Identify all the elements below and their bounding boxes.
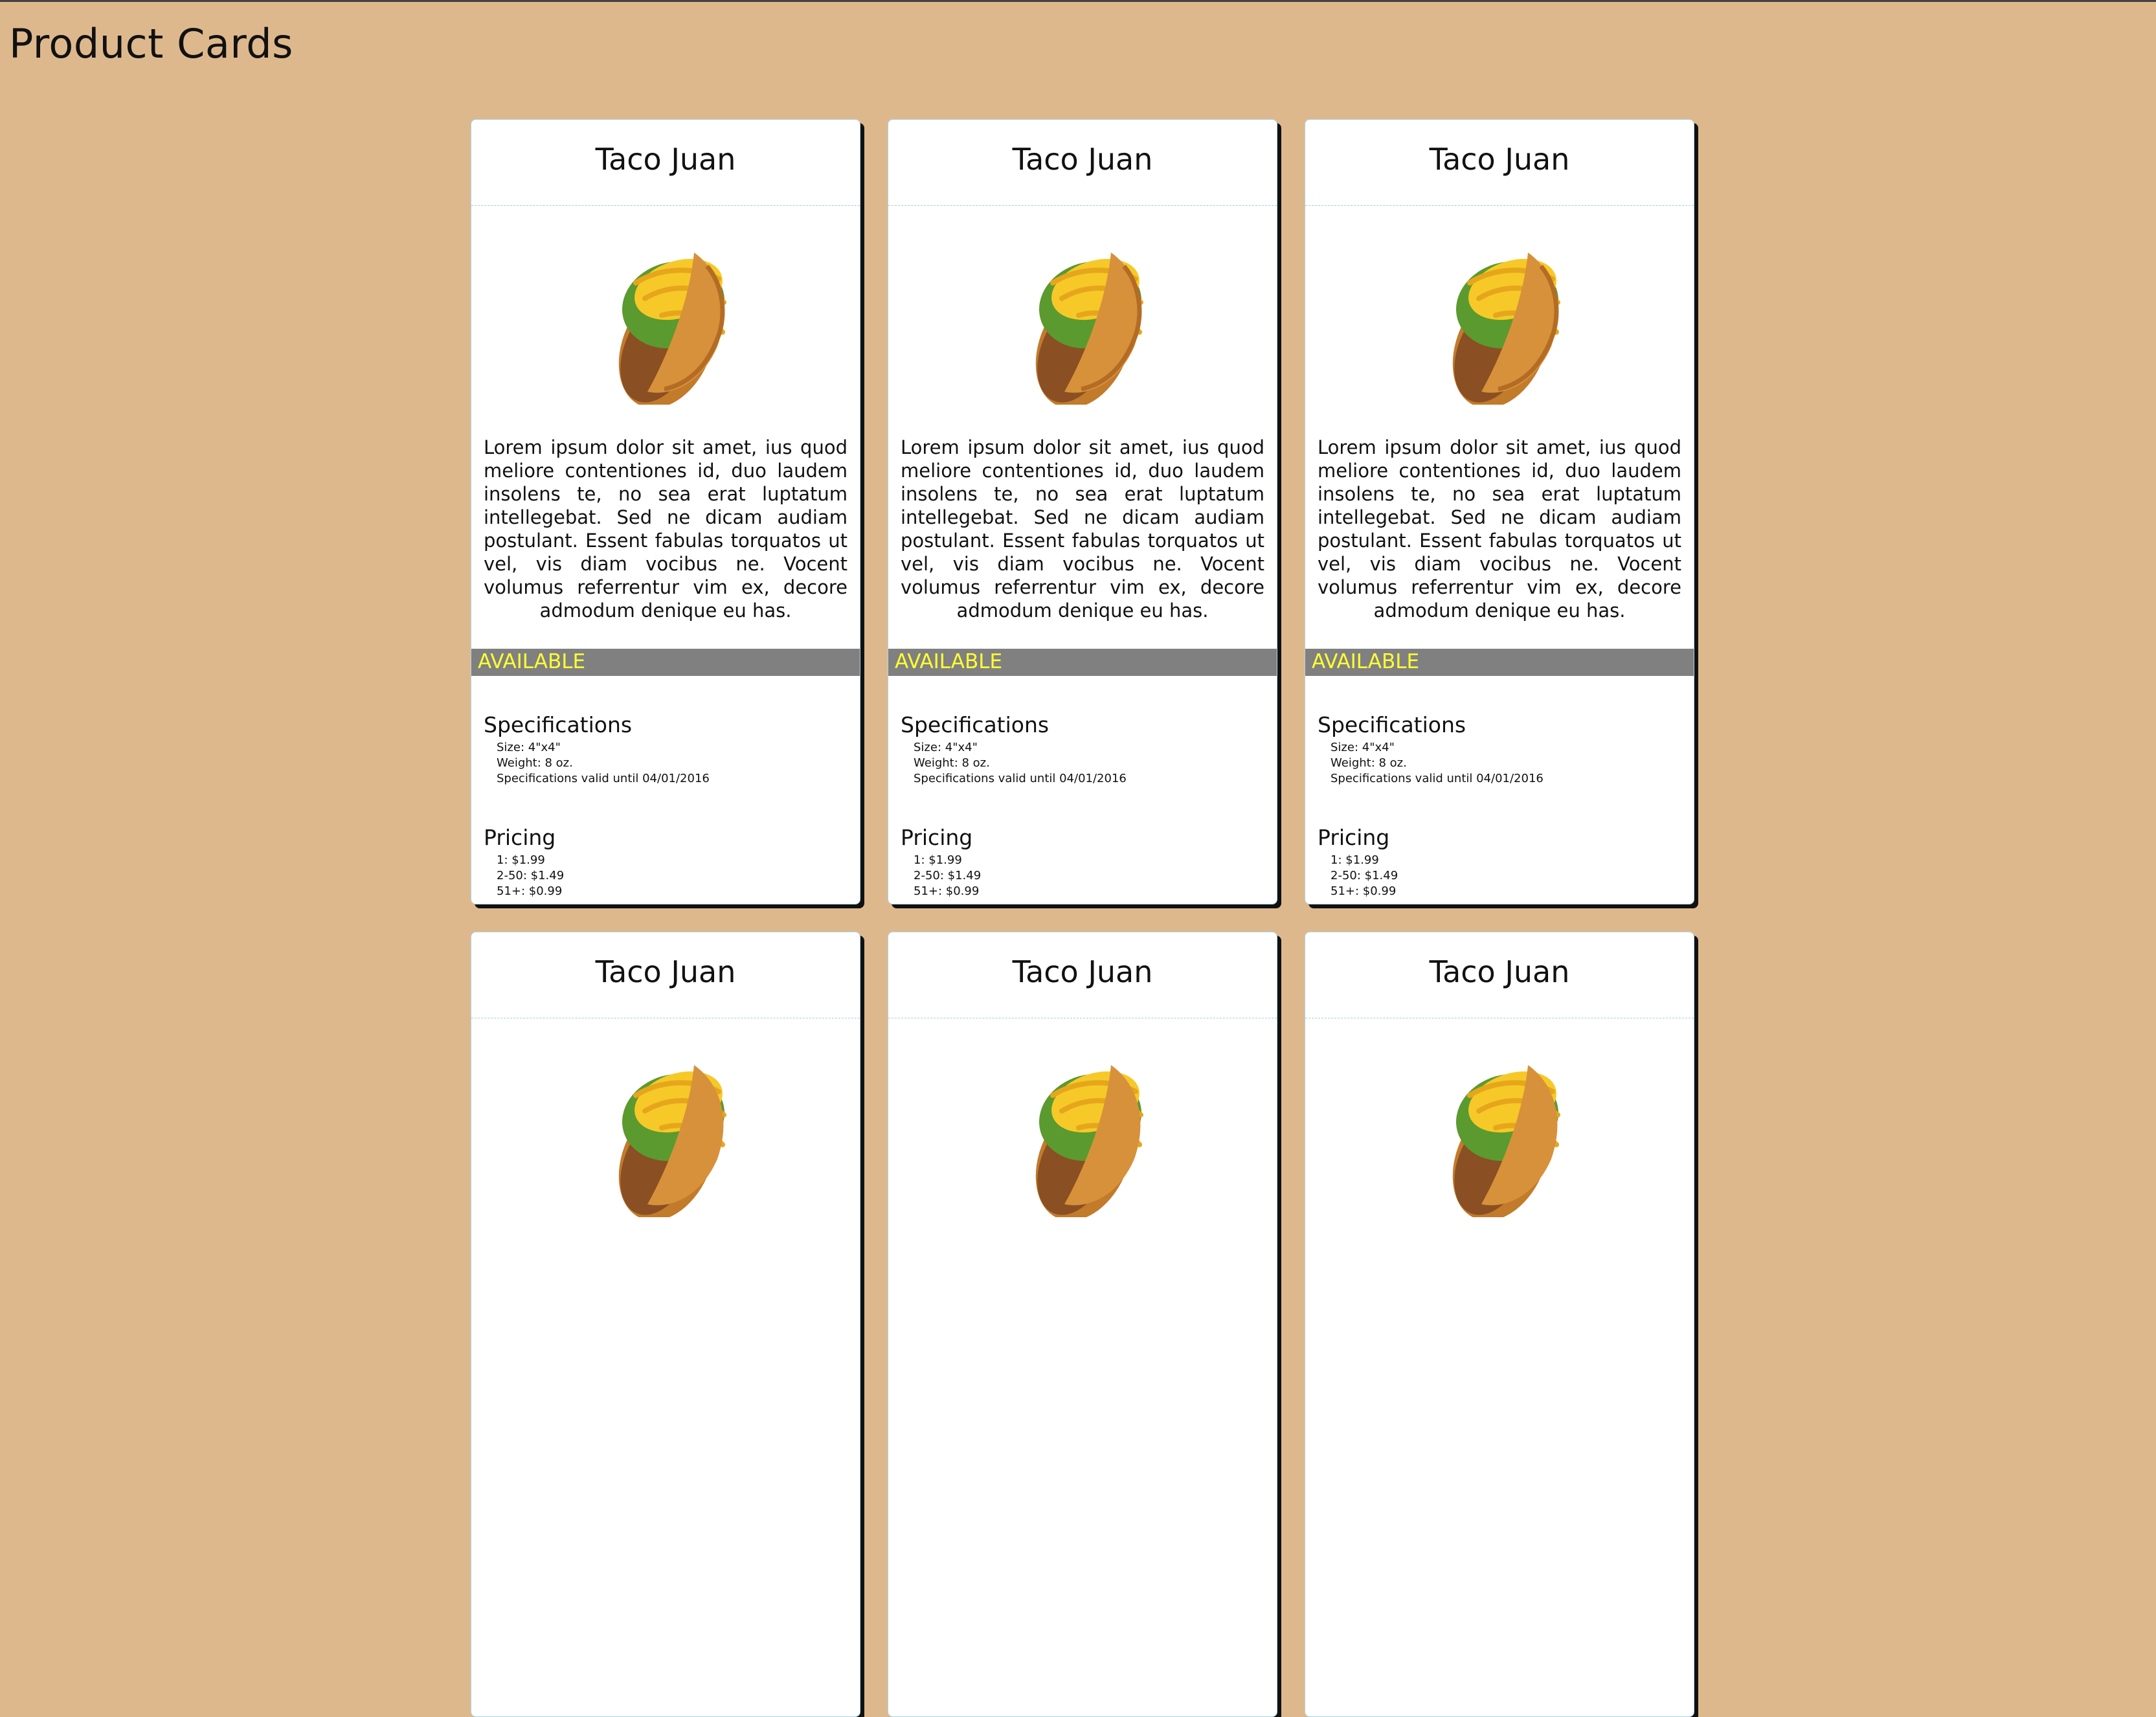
pricing-heading: Pricing xyxy=(484,825,556,850)
taco-image xyxy=(1035,252,1143,405)
price-tier: 1: $1.99 xyxy=(1331,853,1379,867)
pricing-heading: Pricing xyxy=(1318,825,1390,850)
card-title: Taco Juan xyxy=(888,120,1277,206)
spec-weight: Weight: 8 oz. xyxy=(497,756,573,770)
spec-validity: Specifications valid until 04/01/2016 xyxy=(1331,772,1544,785)
taco-image xyxy=(1035,1065,1143,1217)
taco-image xyxy=(618,252,726,405)
taco-image xyxy=(1452,252,1560,405)
card-description: Lorem ipsum dolor sit amet, ius quod mel… xyxy=(1318,436,1681,622)
spec-weight: Weight: 8 oz. xyxy=(914,756,990,770)
specifications-list: Size: 4"x4" Weight: 8 oz. Specifications… xyxy=(1331,740,1544,787)
price-tier: 2-50: $1.49 xyxy=(914,869,982,882)
price-tier: 2-50: $1.49 xyxy=(1331,869,1398,882)
spec-size: Size: 4"x4" xyxy=(914,741,978,754)
card-title: Taco Juan xyxy=(471,120,860,206)
card-title: Taco Juan xyxy=(1305,120,1694,206)
status-badge: AVAILABLE xyxy=(888,649,1277,676)
taco-image xyxy=(1452,1065,1560,1217)
card-title: Taco Juan xyxy=(471,932,860,1018)
product-card[interactable]: Taco Juan xyxy=(1305,932,1694,1717)
price-tier: 51+: $0.99 xyxy=(914,884,980,898)
pricing-heading: Pricing xyxy=(901,825,973,850)
specifications-heading: Specifications xyxy=(901,712,1050,737)
price-tier: 2-50: $1.49 xyxy=(497,869,565,882)
card-title: Taco Juan xyxy=(1305,932,1694,1018)
pricing-list: 1: $1.99 2-50: $1.49 51+: $0.99 xyxy=(497,853,564,899)
taco-image xyxy=(618,1065,726,1217)
spec-validity: Specifications valid until 04/01/2016 xyxy=(497,772,710,785)
price-tier: 51+: $0.99 xyxy=(497,884,563,898)
page-title: Product Cards xyxy=(9,20,293,67)
price-tier: 51+: $0.99 xyxy=(1331,884,1397,898)
product-card[interactable]: Taco Juan xyxy=(888,932,1277,1717)
specifications-heading: Specifications xyxy=(1318,712,1466,737)
price-tier: 1: $1.99 xyxy=(914,853,962,867)
price-tier: 1: $1.99 xyxy=(497,853,545,867)
pricing-list: 1: $1.99 2-50: $1.49 51+: $0.99 xyxy=(914,853,981,899)
spec-size: Size: 4"x4" xyxy=(497,741,561,754)
card-title: Taco Juan xyxy=(888,932,1277,1018)
product-card[interactable]: Taco Juan xyxy=(471,932,860,1717)
status-badge: AVAILABLE xyxy=(471,649,860,676)
pricing-list: 1: $1.99 2-50: $1.49 51+: $0.99 xyxy=(1331,853,1398,899)
spec-size: Size: 4"x4" xyxy=(1331,741,1395,754)
product-card[interactable]: Taco Juan Lorem ipsum dolor sit amet, iu… xyxy=(1305,119,1694,904)
product-card[interactable]: Taco Juan Lorem ipsum dolor sit amet, iu… xyxy=(888,119,1277,904)
specifications-list: Size: 4"x4" Weight: 8 oz. Specifications… xyxy=(914,740,1127,787)
specifications-list: Size: 4"x4" Weight: 8 oz. Specifications… xyxy=(497,740,710,787)
card-description: Lorem ipsum dolor sit amet, ius quod mel… xyxy=(901,436,1264,622)
card-description: Lorem ipsum dolor sit amet, ius quod mel… xyxy=(484,436,848,622)
product-card[interactable]: Taco Juan Lorem ipsum dolor sit amet, iu… xyxy=(471,119,860,904)
status-badge: AVAILABLE xyxy=(1305,649,1694,676)
specifications-heading: Specifications xyxy=(484,712,633,737)
spec-weight: Weight: 8 oz. xyxy=(1331,756,1407,770)
spec-validity: Specifications valid until 04/01/2016 xyxy=(914,772,1127,785)
